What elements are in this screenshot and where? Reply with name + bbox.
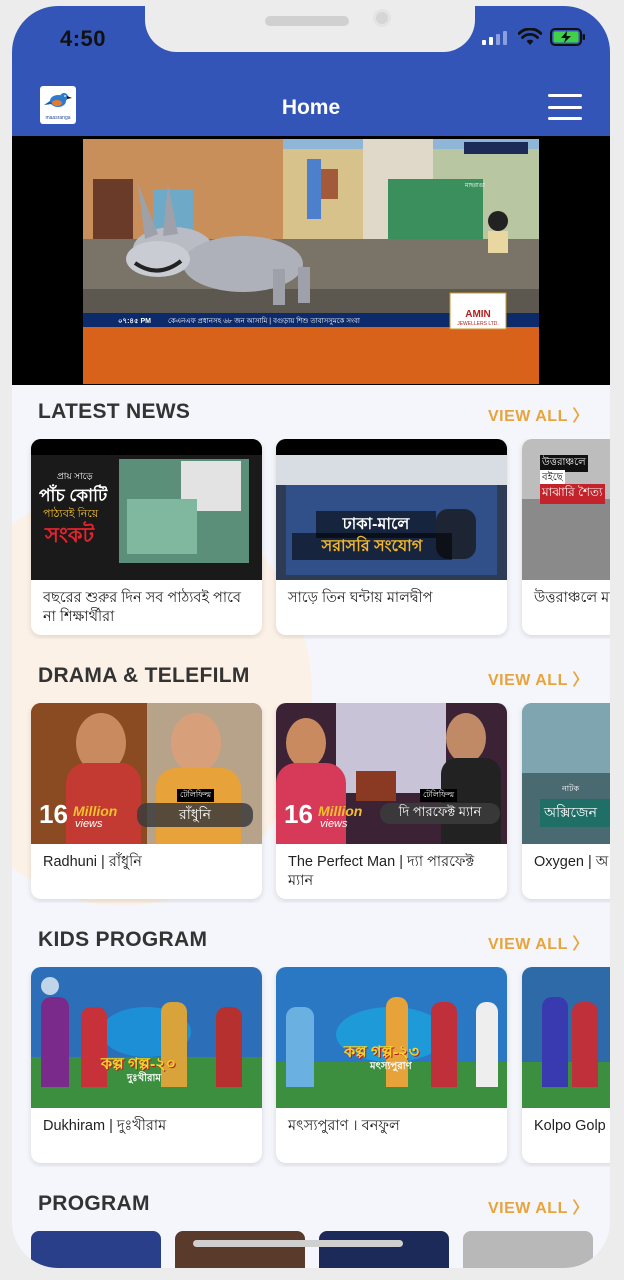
drama-name-overlay: দি পারফেক্ট ম্যান <box>380 803 500 824</box>
video-cartoon-scene <box>83 139 539 384</box>
view-all-program-link[interactable]: VIEW ALL 〉 <box>488 1194 589 1218</box>
kids-thumbnail: কল্প গল্প-২৩ মৎস্যপুরাণ <box>276 967 507 1108</box>
kids-carousel[interactable]: কল্প গল্প-২০ দুঃখীরাম Dukhiram | দুঃখীরা… <box>12 967 610 1167</box>
status-bar: 4:50 <box>12 6 610 84</box>
news-caption: উত্তরাঞ্চলে মাঝারি থেকে <box>534 590 610 606</box>
drama-thumbnail: নাটক অক্সিজেন <box>522 703 610 844</box>
kids-episode-name: মৎস্যপুরাণ <box>370 1061 412 1072</box>
menu-line <box>548 117 582 120</box>
news-card[interactable]: উত্তরাঞ্চলে বইছে মাঝারি শৈত্য উত্তরাঞ্চল… <box>522 439 610 635</box>
news-caption: বছরের শুরুর দিন সব পাঠ্যবই পাবে না শিক্ষ… <box>43 590 241 625</box>
drama-name-overlay: অক্সিজেন <box>540 799 610 827</box>
wifi-icon <box>518 28 542 45</box>
views-count: 16 <box>39 799 68 829</box>
front-camera <box>373 9 391 27</box>
news-card[interactable]: প্রায় সাড়ে পাঁচ কোটি পাঠ্যবই নিয়ে সংক… <box>31 439 262 635</box>
drama-type-tag: টেলিফিল্ম <box>420 789 458 802</box>
sponsor-logo: AMIN <box>465 309 491 320</box>
status-icons <box>482 28 586 46</box>
drama-card[interactable]: 16 Million views টেলিফিল্ম দি পারফেক্ট ম… <box>276 703 507 899</box>
page-title: Home <box>281 96 341 119</box>
drama-name-overlay: রাঁধুনি <box>137 803 253 827</box>
drama-caption: The Perfect Man | দ্যা পারফেক্ট ম্যান <box>288 854 475 889</box>
drama-thumbnail: 16 Million views টেলিফিল্ম রাঁধুনি <box>31 703 262 844</box>
drama-card[interactable]: নাটক অক্সিজেন Oxygen | অ <box>522 703 610 899</box>
video-frame: ০৭:৪৫ PM কেএনএফ প্রধানসহ ৬৮ জন আসামি | ব… <box>83 139 539 384</box>
latest-news-carousel[interactable]: প্রায় সাড়ে পাঁচ কোটি পাঠ্যবই নিয়ে সংক… <box>12 439 610 639</box>
hamburger-menu-icon[interactable] <box>548 94 582 120</box>
home-indicator[interactable] <box>193 1240 403 1247</box>
notch <box>145 6 475 52</box>
section-title-program: PROGRAM <box>38 1192 150 1215</box>
kids-caption: Dukhiram | দুঃখীরাম <box>43 1118 167 1134</box>
kids-thumbnail <box>522 967 610 1108</box>
kids-card[interactable]: কল্প গল্প-২৩ মৎস্যপুরাণ মৎস্যপুরাণ । বনফ… <box>276 967 507 1163</box>
drama-caption: Oxygen | অ <box>534 854 609 870</box>
view-all-kids-link[interactable]: VIEW ALL 〉 <box>488 930 589 954</box>
menu-line <box>548 105 582 109</box>
ticker-time: ০৭:৪৫ PM <box>118 318 151 325</box>
drama-thumbnail: 16 Million views টেলিফিল্ম দি পারফেক্ট ম… <box>276 703 507 844</box>
battery-charging-icon <box>550 28 585 46</box>
drama-type-tag: টেলিফিল্ম <box>177 789 215 802</box>
program-thumbnail[interactable] <box>31 1231 161 1268</box>
kids-caption: মৎস্যপুরাণ । বনফুল <box>288 1118 400 1134</box>
kids-card[interactable]: কল্প গল্প-২০ দুঃখীরাম Dukhiram | দুঃখীরা… <box>31 967 262 1163</box>
news-thumbnail: ঢাকা-মালে সরাসরি সংযোগ <box>276 439 507 580</box>
news-overlay-line2: সরাসরি সংযোগ <box>292 533 452 560</box>
cellular-signal-icon <box>482 31 507 45</box>
speaker <box>265 16 349 26</box>
view-all-drama-link[interactable]: VIEW ALL 〉 <box>488 666 589 690</box>
news-thumbnail: উত্তরাঞ্চলে বইছে মাঝারি শৈত্য <box>522 439 610 580</box>
kids-card[interactable]: Kolpo Golp <box>522 967 610 1163</box>
views-word: Million <box>318 803 363 819</box>
program-thumbnail[interactable] <box>175 1231 305 1268</box>
news-card[interactable]: ঢাকা-মালে সরাসরি সংযোগ সাড়ে তিন ঘন্টায়… <box>276 439 507 635</box>
menu-line <box>548 94 582 97</box>
views-label: views <box>75 818 103 830</box>
views-count: 16 <box>284 799 313 829</box>
section-title-kids: KIDS PROGRAM <box>38 928 208 951</box>
drama-card[interactable]: 16 Million views টেলিফিল্ম রাঁধুনি Radhu… <box>31 703 262 899</box>
program-thumbnail[interactable] <box>463 1231 593 1268</box>
section-title-drama: DRAMA & TELEFILM <box>38 664 250 687</box>
program-carousel[interactable] <box>12 1231 610 1268</box>
channel-tag: মাছরাঙা <box>465 183 485 189</box>
kids-caption: Kolpo Golp <box>534 1118 606 1134</box>
program-thumbnail[interactable] <box>319 1231 449 1268</box>
views-word: Million <box>73 803 118 819</box>
sponsor-subtext: JEWELLERS LTD. <box>457 321 499 327</box>
drama-carousel[interactable]: 16 Million views টেলিফিল্ম রাঁধুনি Radhu… <box>12 703 610 903</box>
ticker-text: কেএনএফ প্রধানসহ ৬৮ জন আসামি | বগুড়ায় শ… <box>168 318 360 325</box>
news-overlay-small: প্রায় সাড়ে <box>57 471 93 481</box>
drama-type-tag: নাটক <box>562 784 580 793</box>
app-header: maasranga Home <box>12 84 610 136</box>
section-title-latest-news: LATEST NEWS <box>38 400 191 423</box>
drama-caption: Radhuni | রাঁধুনি <box>43 854 142 870</box>
news-overlay-line3: সংকট <box>45 524 95 547</box>
phone-frame: 4:50 maasranga Home ০৭:৪৫ PM কেএনএফ প্রধ… <box>0 0 624 1280</box>
news-overlay-line3: মাঝারি শৈত্য <box>540 484 605 504</box>
news-caption: সাড়ে তিন ঘন্টায় মালদ্বীপ <box>288 590 433 606</box>
kids-thumbnail: কল্প গল্প-২০ দুঃখীরাম <box>31 967 262 1108</box>
news-thumbnail: প্রায় সাড়ে পাঁচ কোটি পাঠ্যবই নিয়ে সংক… <box>31 439 262 580</box>
view-all-latest-news-link[interactable]: VIEW ALL 〉 <box>488 402 589 426</box>
video-player[interactable]: ০৭:৪৫ PM কেএনএফ প্রধানসহ ৬৮ জন আসামি | ব… <box>12 136 610 385</box>
kids-episode-name: দুঃখীরাম <box>127 1073 161 1084</box>
app-screen: 4:50 maasranga Home ০৭:৪৫ PM কেএনএফ প্রধ… <box>12 6 610 1268</box>
views-label: views <box>320 818 348 830</box>
status-time: 4:50 <box>60 26 107 51</box>
